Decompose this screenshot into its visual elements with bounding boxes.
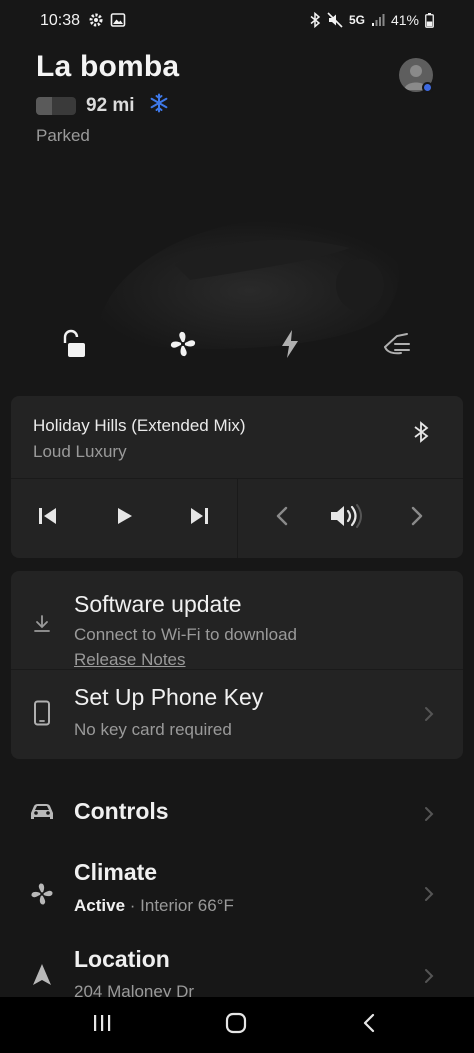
previous-track-button[interactable]: [30, 500, 66, 536]
car-icon: [27, 797, 57, 827]
play-icon: [114, 506, 134, 531]
volume-button[interactable]: [329, 500, 365, 536]
next-track-button[interactable]: [181, 500, 217, 536]
vehicle-battery-indicator: [36, 96, 76, 115]
lightning-icon: [280, 329, 300, 364]
climate-title: Climate: [74, 859, 158, 885]
bluetooth-icon: [413, 420, 429, 448]
chevron-right-icon: [422, 804, 436, 824]
next-source-button[interactable]: [399, 500, 435, 536]
image-icon: [110, 12, 126, 28]
controls-title: Controls: [74, 798, 169, 824]
software-update-row[interactable]: Software update Connect to Wi-Fi to down…: [11, 571, 463, 669]
phone-icon: [27, 698, 57, 728]
climate-status: Active: [74, 896, 126, 915]
phone-key-subtitle: No key card required: [74, 720, 232, 739]
range-text: 92 mi: [86, 94, 135, 116]
fan-icon: [168, 329, 198, 364]
charge-button[interactable]: [272, 328, 308, 364]
climate-subtitle: Active · Interior 66°F: [74, 896, 234, 916]
vehicle-battery-fill: [36, 96, 53, 115]
location-title: Location: [74, 946, 170, 972]
media-source-button[interactable]: [403, 416, 439, 452]
back-button[interactable]: [354, 1011, 384, 1039]
download-icon: [27, 609, 57, 639]
status-bar: 10:38 5G 41%: [0, 0, 474, 42]
climate-detail: · Interior 66°F: [125, 896, 234, 915]
next-track-icon: [188, 506, 210, 531]
unlock-button[interactable]: [55, 328, 91, 364]
system-nav-bar: [0, 997, 474, 1053]
home-button[interactable]: [221, 1011, 251, 1039]
volume-icon: [329, 503, 365, 534]
frunk-button[interactable]: [379, 328, 415, 364]
track-title: Holiday Hills (Extended Mix): [33, 416, 246, 435]
quick-actions: [0, 328, 474, 368]
previous-track-icon: [37, 506, 59, 531]
previous-source-icon: [275, 505, 289, 532]
home-icon: [225, 1012, 247, 1039]
gear-icon: [88, 12, 104, 28]
phone-key-title: Set Up Phone Key: [74, 684, 264, 710]
climate-row[interactable]: Climate Active · Interior 66°F: [0, 856, 474, 936]
frunk-icon: [381, 330, 413, 363]
network-type: 5G: [348, 13, 365, 27]
track-artist: Loud Luxury: [33, 442, 127, 461]
chevron-right-icon: [422, 966, 436, 986]
status-time: 10:38: [40, 12, 81, 29]
snowflake-icon: [149, 93, 169, 118]
navigation-arrow-icon: [27, 960, 57, 990]
chevron-right-icon: [422, 884, 436, 904]
recent-apps-button[interactable]: [87, 1011, 117, 1039]
controls-row[interactable]: Controls: [0, 774, 474, 854]
media-player: Holiday Hills (Extended Mix) Loud Luxury: [11, 396, 463, 558]
back-icon: [362, 1013, 376, 1038]
next-source-icon: [410, 505, 424, 532]
battery-icon: [425, 12, 434, 28]
fan-button[interactable]: [165, 328, 201, 364]
battery-percent: 41%: [390, 12, 419, 28]
signal-icon: [371, 13, 385, 27]
notification-dot: [422, 82, 433, 93]
software-update-subtitle: Connect to Wi-Fi to download: [74, 625, 297, 644]
bluetooth-icon: [309, 12, 321, 28]
phone-key-row[interactable]: Set Up Phone Key No key card required: [11, 670, 463, 759]
range-row: 92 mi: [36, 93, 169, 118]
release-notes-link[interactable]: Release Notes: [74, 650, 186, 670]
unlock-icon: [59, 329, 87, 364]
divider: [237, 478, 238, 558]
chevron-right-icon: [422, 704, 436, 724]
mute-icon: [327, 12, 343, 28]
notifications-card: Software update Connect to Wi-Fi to down…: [11, 571, 463, 759]
location-row[interactable]: Location 204 Maloney Dr: [0, 942, 474, 1002]
fan-icon: [27, 879, 57, 909]
play-button[interactable]: [106, 500, 142, 536]
vehicle-name[interactable]: La bomba: [36, 50, 179, 84]
software-update-title: Software update: [74, 591, 242, 617]
recent-apps-icon: [92, 1014, 112, 1037]
previous-source-button[interactable]: [264, 500, 300, 536]
vehicle-status: Parked: [36, 126, 90, 145]
